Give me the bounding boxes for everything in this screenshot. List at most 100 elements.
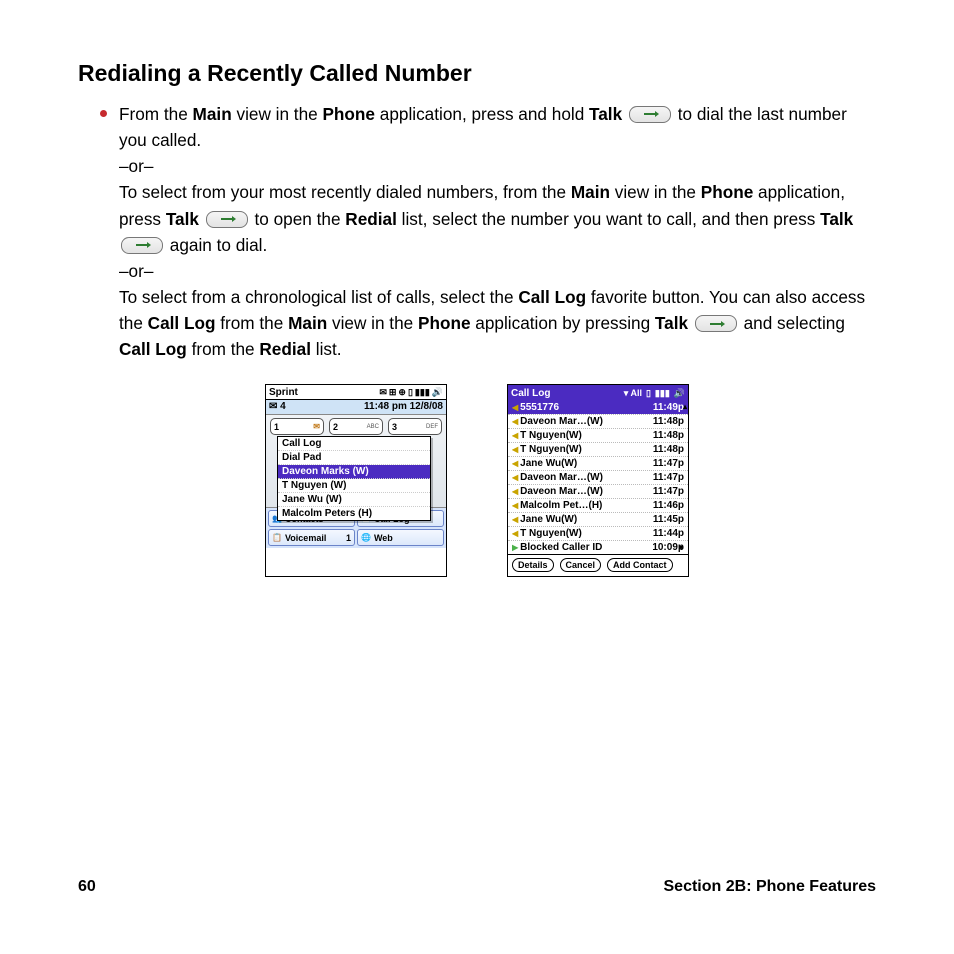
- incoming-call-icon: ▶: [512, 543, 518, 552]
- text-bold: Talk: [820, 209, 853, 229]
- outgoing-call-icon: ◀: [512, 473, 518, 482]
- call-log-title: Call Log: [511, 388, 550, 399]
- envelope-icon: ✉: [379, 387, 387, 398]
- redial-menu-item[interactable]: Daveon Marks (W): [278, 465, 430, 479]
- outgoing-call-icon: ◀: [512, 459, 518, 468]
- call-log-screenshot: Call Log ▾ All ▯ ▮▮▮ 🔊 ◀555177611:49p▴◀D…: [507, 384, 689, 577]
- favorite-button[interactable]: 🌐Web: [357, 529, 444, 546]
- redial-menu-item[interactable]: Malcolm Peters (H): [278, 507, 430, 520]
- text-bold: Main: [193, 104, 232, 124]
- text: view in the: [327, 313, 418, 333]
- text-bold: Talk: [166, 209, 199, 229]
- text-bold: Phone: [322, 104, 375, 124]
- call-time: 11:47p: [653, 472, 684, 483]
- datetime-bar: ✉ 4 11:48 pm 12/8/08: [266, 400, 446, 415]
- page-number: 60: [78, 878, 96, 896]
- text: and selecting: [744, 313, 845, 333]
- call-name: 5551776: [520, 402, 559, 413]
- details-button[interactable]: Details: [512, 558, 554, 572]
- call-log-row[interactable]: ◀Jane Wu(W)11:47p: [508, 456, 688, 470]
- scroll-up-icon[interactable]: ▴: [683, 402, 687, 411]
- text: To select from a chronological list of c…: [119, 287, 518, 307]
- call-log-row[interactable]: ◀T Nguyen(W)11:48p: [508, 442, 688, 456]
- or-separator: –or–: [119, 156, 153, 176]
- favorite-label: Voicemail: [285, 533, 326, 543]
- call-name: Daveon Mar…(W): [520, 416, 603, 427]
- call-log-row[interactable]: ◀T Nguyen(W) 11:48p: [508, 428, 688, 442]
- text: again to dial.: [170, 235, 267, 255]
- battery-icon: ▯: [408, 387, 413, 398]
- dial-key[interactable]: 2ABC: [329, 418, 383, 435]
- call-log-row[interactable]: ◀Daveon Mar…(W)11:48p: [508, 414, 688, 428]
- redial-menu-item[interactable]: Call Log: [278, 437, 430, 451]
- call-time: 11:48p: [653, 444, 684, 455]
- digit-row: 1✉ 2ABC 3DEF: [266, 415, 446, 435]
- filter-value: All: [630, 388, 642, 398]
- text: application by pressing: [471, 313, 655, 333]
- talk-button-icon: [121, 237, 163, 254]
- outgoing-call-icon: ◀: [512, 431, 518, 440]
- text: to open the: [255, 209, 346, 229]
- call-log-row[interactable]: ◀Daveon Mar…(W) 11:47p: [508, 470, 688, 484]
- call-log-row[interactable]: ◀555177611:49p▴: [508, 401, 688, 414]
- call-log-row[interactable]: ▶Blocked Caller ID10:09p▾: [508, 540, 688, 554]
- or-separator: –or–: [119, 261, 153, 281]
- outgoing-call-icon: ◀: [512, 515, 518, 524]
- call-time: 11:47p: [653, 486, 684, 497]
- date-value: 12/8/08: [410, 401, 443, 412]
- call-time: 11:46p: [653, 500, 684, 511]
- call-time: 11:48p: [653, 416, 684, 427]
- call-name: T Nguyen(W): [520, 430, 582, 441]
- instruction-text: From the Main view in the Phone applicat…: [119, 101, 876, 362]
- text-bold: Phone: [701, 182, 754, 202]
- text: From the: [119, 104, 193, 124]
- speaker-icon: 🔊: [674, 388, 685, 399]
- redial-menu-item[interactable]: T Nguyen (W): [278, 479, 430, 493]
- call-log-row[interactable]: ◀T Nguyen(W) 11:44p: [508, 526, 688, 540]
- bullet-icon: [100, 110, 107, 117]
- bluetooth-icon: ⊕: [398, 387, 406, 398]
- text: view in the: [610, 182, 701, 202]
- redial-popup-screenshot: Sprint ✉ ⊞ ⊕ ▯ ▮▮▮ 🔊 ✉ 4 11:48 pm 12/8/0…: [265, 384, 447, 577]
- call-log-list[interactable]: ◀555177611:49p▴◀Daveon Mar…(W)11:48p◀T N…: [508, 401, 688, 554]
- call-time: 11:48p: [653, 430, 684, 441]
- call-log-row[interactable]: ◀Daveon Mar…(W) 11:47p: [508, 484, 688, 498]
- outgoing-call-icon: ◀: [512, 487, 518, 496]
- text-bold: Main: [288, 313, 327, 333]
- text-bold: Call Log: [148, 313, 216, 333]
- call-name: Daveon Mar…(W): [520, 486, 603, 497]
- call-time: 10:09p▾: [652, 542, 684, 553]
- outgoing-call-icon: ◀: [512, 529, 518, 538]
- call-name: T Nguyen(W): [520, 528, 582, 539]
- redial-popup-menu[interactable]: Call LogDial PadDaveon Marks (W)T Nguyen…: [277, 436, 431, 521]
- text: list, select the number you want to call…: [397, 209, 820, 229]
- talk-button-icon: [629, 106, 671, 123]
- outgoing-call-icon: ◀: [512, 501, 518, 510]
- call-time: 11:44p: [653, 528, 684, 539]
- favorite-badge: 1: [346, 533, 351, 543]
- status-bar: Sprint ✉ ⊞ ⊕ ▯ ▮▮▮ 🔊: [266, 385, 446, 400]
- scroll-down-icon[interactable]: ▾: [679, 543, 683, 552]
- talk-button-icon: [695, 315, 737, 332]
- add-contact-button[interactable]: Add Contact: [607, 558, 673, 572]
- dial-pad-area: 1✉ 2ABC 3DEF Call LogDial PadDaveon Marks …: [266, 415, 446, 508]
- call-log-row[interactable]: ◀Malcolm Pet…(H)11:46p: [508, 498, 688, 512]
- call-name: Daveon Mar…(W): [520, 472, 603, 483]
- text: from the: [187, 339, 260, 359]
- talk-button-icon: [206, 211, 248, 228]
- text: application, press and hold: [375, 104, 589, 124]
- dial-key[interactable]: 1✉: [270, 418, 324, 435]
- text: list.: [311, 339, 342, 359]
- dial-key[interactable]: 3DEF: [388, 418, 442, 435]
- signal-icon: ▮▮▮: [415, 387, 430, 398]
- instruction-block: From the Main view in the Phone applicat…: [100, 101, 876, 362]
- page-footer: 60 Section 2B: Phone Features: [78, 878, 876, 896]
- call-name: Jane Wu(W): [520, 458, 577, 469]
- redial-menu-item[interactable]: Jane Wu (W): [278, 493, 430, 507]
- text-bold: Phone: [418, 313, 471, 333]
- call-log-row[interactable]: ◀Jane Wu(W)11:45p: [508, 512, 688, 526]
- redial-menu-item[interactable]: Dial Pad: [278, 451, 430, 465]
- favorite-button[interactable]: 📋Voicemail1: [268, 529, 355, 546]
- filter-dropdown[interactable]: ▾ All: [624, 388, 642, 399]
- cancel-button[interactable]: Cancel: [560, 558, 602, 572]
